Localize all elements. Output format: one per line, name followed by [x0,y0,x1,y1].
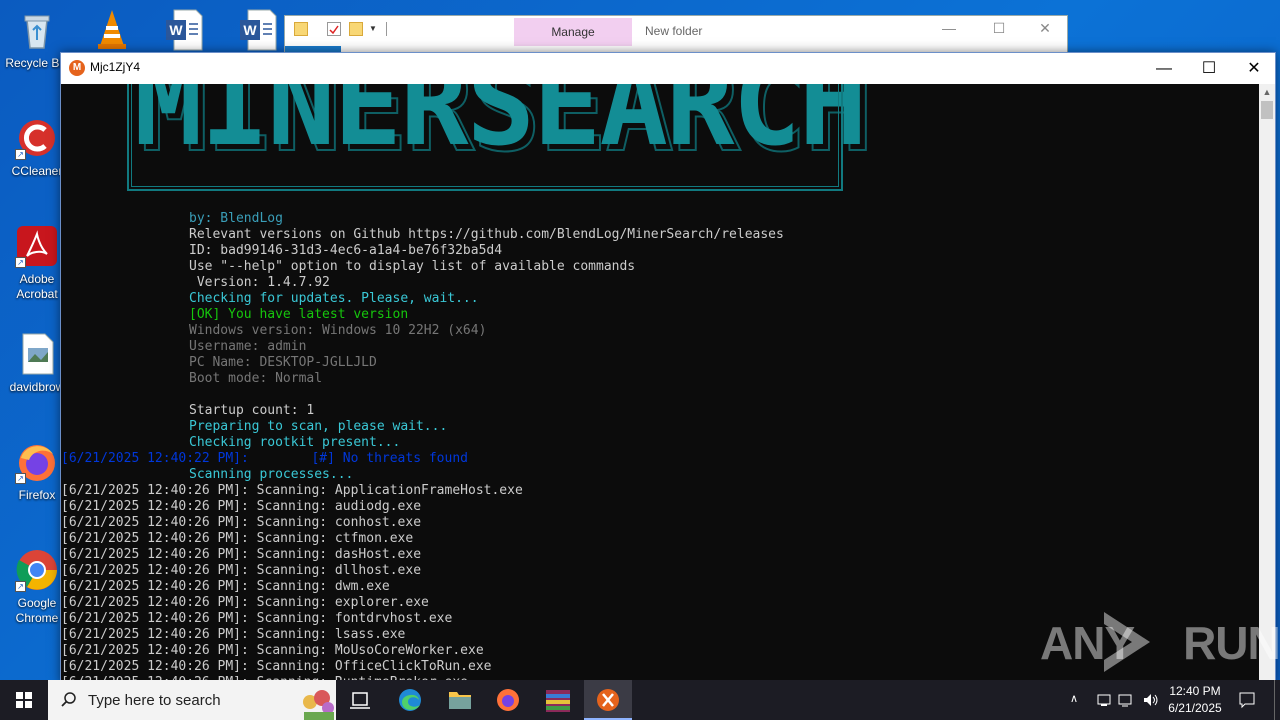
search-placeholder: Type here to search [88,692,221,709]
maximize-button[interactable]: ☐ [979,20,1019,40]
manage-tab[interactable]: Manage [514,18,632,46]
console-line: [6/21/2025 12:40:22 PM]: [#] No threats … [61,451,468,466]
desktop-icon-label: davidbrow [9,380,65,394]
maximize-button[interactable]: ☐ [1186,53,1232,84]
image-file-icon [15,332,59,376]
console-line: Use "--help" option to display list of a… [189,259,636,274]
console-line: Checking for updates. Please, wait... [189,291,479,306]
taskbar-minersearch[interactable] [584,680,632,720]
scrollbar-thumb[interactable] [1261,101,1273,119]
word-document-icon[interactable]: W [238,8,278,52]
network-adapter-icon[interactable] [1096,692,1112,708]
search-icon [61,692,76,707]
show-hidden-icons-icon[interactable]: ∧ [1070,692,1078,705]
console-line: [6/21/2025 12:40:26 PM]: Scanning: conho… [61,515,422,530]
shortcut-arrow-icon: ↗ [15,473,26,484]
console-line: Preparing to scan, please wait... [189,419,448,434]
console-line: [OK] You have latest version [189,307,409,322]
ccleaner-icon: ↗ [15,116,59,160]
clock-time: 12:40 PM [1169,684,1221,698]
task-view-button[interactable] [336,680,384,720]
desktop-icon-label: CCleaner [11,164,63,178]
console-line: by: BlendLog [189,211,283,226]
console-line: [6/21/2025 12:40:26 PM]: Scanning: fontd… [61,611,453,626]
banner-frame-inner [131,84,839,187]
task-view-icon [350,692,370,709]
new-folder-icon[interactable] [349,22,363,36]
edge-icon [399,689,421,711]
desktop-icon-label: Firefox [18,488,56,502]
svg-text:W: W [243,22,257,38]
taskbar-search-box[interactable]: Type here to search [48,680,336,720]
taskbar-file-explorer[interactable] [436,680,484,720]
word-document-icon[interactable]: W [164,8,204,52]
console-line: [6/21/2025 12:40:26 PM]: Scanning: dwm.e… [61,579,390,594]
firefox-icon: ↗ [15,440,59,484]
volume-icon[interactable] [1142,692,1160,708]
scroll-up-icon[interactable]: ▲ [1259,84,1275,100]
close-button[interactable]: ✕ [1025,20,1065,40]
console-line: PC Name: DESKTOP-JGLLJLD [189,355,377,370]
title-bar[interactable]: M Mjc1ZjY4 — ☐ ✕ [61,53,1275,84]
console-line: Boot mode: Normal [189,371,323,386]
vlc-icon[interactable] [92,8,132,52]
folder-icon [294,22,308,36]
taskbar: Type here to search ∧ 12:40 PM 6/21/2025 [0,680,1280,720]
start-button[interactable] [0,680,48,720]
separator [386,22,387,36]
chrome-icon: ↗ [15,548,59,592]
minersearch-app-icon: M [69,60,85,76]
console-line: Version: 1.4.7.92 [189,275,330,290]
explorer-window[interactable]: ▼ Manage New folder — ☐ ✕ [284,15,1068,56]
console-line: Relevant versions on Github https://gith… [189,227,784,242]
minimize-button[interactable]: — [929,20,969,40]
console-line: Startup count: 1 [189,403,315,418]
watermark-text: ANY RUN [1040,617,1280,669]
console-window[interactable]: M Mjc1ZjY4 — ☐ ✕ MINERSEARCH MINERSEARCH… [60,52,1276,684]
console-line: Username: admin [189,339,307,354]
firefox-icon [497,689,519,711]
console-line: [6/21/2025 12:40:26 PM]: Scanning: explo… [61,595,429,610]
console-line: Windows version: Windows 10 22H2 (x64) [189,323,487,338]
show-desktop-button[interactable] [1274,680,1280,720]
console-line: [6/21/2025 12:40:26 PM]: Scanning: MoUso… [61,643,484,658]
shortcut-arrow-icon: ↗ [15,257,26,268]
console-line: [6/21/2025 12:40:26 PM]: Scanning: lsass… [61,627,406,642]
console-line: [6/21/2025 12:40:26 PM]: Scanning: dllho… [61,563,422,578]
recycle-bin-icon [15,8,59,52]
notifications-icon[interactable] [1238,691,1256,709]
minimize-button[interactable]: — [1141,53,1187,84]
winrar-icon [546,690,570,712]
console-line: Scanning processes... [189,467,354,482]
console-line: [6/21/2025 12:40:26 PM]: Scanning: Offic… [61,659,492,674]
search-highlight-flowers-icon [303,690,334,720]
terminal-output[interactable]: MINERSEARCH MINERSEARCH by: BlendLog Rele… [61,84,1260,684]
close-button[interactable]: ✕ [1231,53,1277,84]
taskbar-edge[interactable] [386,680,434,720]
taskbar-winrar[interactable] [534,680,582,720]
console-line: Checking rootkit present... [189,435,401,450]
window-title: Mjc1ZjY4 [90,60,141,74]
explorer-title: New folder [645,24,703,38]
console-line: ID: bad99146-31d3-4ec6-a1a4-be76f32ba5d4 [189,243,503,258]
network-icon[interactable] [1118,692,1136,708]
console-line: [6/21/2025 12:40:26 PM]: Scanning: dasHo… [61,547,422,562]
windows-logo-icon [16,692,32,708]
ascii-banner: MINERSEARCH MINERSEARCH [127,84,874,191]
console-line: [6/21/2025 12:40:26 PM]: Scanning: audio… [61,499,422,514]
adobe-acrobat-icon: ↗ [15,224,59,268]
console-line: [6/21/2025 12:40:26 PM]: Scanning: Appli… [61,483,523,498]
console-line: [6/21/2025 12:40:26 PM]: Scanning: ctfmo… [61,531,414,546]
clock-date: 6/21/2025 [1168,701,1222,715]
minersearch-app-icon [597,689,619,711]
vertical-scrollbar[interactable]: ▲ [1259,84,1275,684]
shortcut-arrow-icon: ↗ [15,581,26,592]
chevron-down-icon[interactable]: ▼ [369,24,377,33]
taskbar-firefox[interactable] [484,680,532,720]
taskbar-clock[interactable]: 12:40 PM 6/21/2025 [1160,683,1230,717]
folder-icon [449,692,471,709]
svg-text:W: W [169,22,183,38]
shortcut-arrow-icon: ↗ [15,149,26,160]
properties-icon[interactable] [327,22,341,36]
